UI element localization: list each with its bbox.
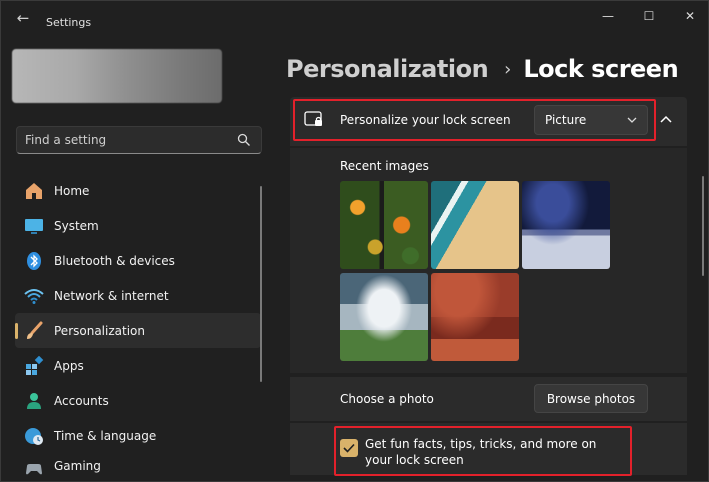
close-button[interactable]: ✕ [675, 7, 705, 25]
dropdown-value: Picture [545, 113, 587, 127]
sidebar-item-personalization[interactable]: Personalization [15, 313, 261, 348]
sidebar-item-home[interactable]: Home [15, 173, 261, 208]
chevron-up-icon[interactable] [659, 113, 673, 125]
fun-facts-checkbox[interactable] [340, 439, 358, 457]
sidebar-item-label: Apps [54, 358, 84, 373]
wifi-icon [24, 288, 44, 304]
apps-icon [26, 355, 44, 375]
person-icon [27, 392, 41, 409]
sidebar-item-label: Bluetooth & devices [54, 253, 175, 268]
sidebar-item-label: Home [54, 183, 90, 198]
recent-image-thumbnail[interactable] [340, 273, 428, 361]
sidebar-item-label: Network & internet [54, 288, 169, 303]
sidebar-item-apps[interactable]: Apps [15, 348, 261, 383]
browse-photos-button[interactable]: Browse photos [534, 384, 648, 413]
recent-images-label: Recent images [340, 159, 429, 173]
recent-image-thumbnail[interactable] [431, 273, 519, 361]
sidebar-item-system[interactable]: System [15, 208, 261, 243]
bluetooth-icon [27, 251, 41, 270]
personalize-lock-screen-label: Personalize your lock screen [340, 113, 511, 127]
back-arrow-icon[interactable]: ← [13, 10, 33, 26]
chevron-down-icon [627, 117, 637, 123]
choose-photo-label: Choose a photo [340, 392, 434, 406]
sidebar-item-label: Time & language [54, 428, 157, 443]
sidebar-item-label: Gaming [54, 459, 101, 473]
fun-facts-label: Get fun facts, tips, tricks, and more on… [365, 437, 597, 467]
sidebar-item-bluetooth[interactable]: Bluetooth & devices [15, 243, 261, 278]
recent-image-thumbnail[interactable] [340, 181, 428, 269]
search-box[interactable] [16, 126, 262, 154]
recent-image-thumbnail[interactable] [522, 181, 610, 269]
checkmark-icon [343, 443, 355, 453]
maximize-button[interactable]: ☐ [634, 7, 664, 25]
breadcrumb-separator: › [504, 58, 512, 80]
globe-clock-icon [25, 427, 43, 445]
monitor-icon [25, 218, 43, 234]
sidebar-nav: Home System Bluetooth & devices Network … [15, 173, 261, 475]
sidebar-item-label: Accounts [54, 393, 109, 408]
breadcrumb-parent[interactable]: Personalization [286, 55, 489, 83]
lock-screen-type-dropdown[interactable]: Picture [534, 105, 648, 135]
sidebar-item-label: System [54, 218, 99, 233]
search-input[interactable] [25, 132, 225, 148]
sidebar-item-network[interactable]: Network & internet [15, 278, 261, 313]
breadcrumb: Personalization › Lock screen [286, 53, 679, 85]
content-scrollbar[interactable] [702, 176, 704, 276]
sidebar-item-time-language[interactable]: Time & language [15, 418, 261, 453]
page-title: Lock screen [523, 55, 679, 83]
search-icon[interactable] [237, 133, 251, 147]
lock-screen-icon [304, 111, 322, 126]
sidebar-scrollbar[interactable] [260, 186, 262, 382]
recent-image-thumbnail[interactable] [431, 181, 519, 269]
home-icon [26, 182, 42, 199]
sidebar-item-gaming[interactable]: Gaming [15, 453, 261, 475]
sidebar-item-label: Personalization [54, 323, 145, 338]
sidebar-item-accounts[interactable]: Accounts [15, 383, 261, 418]
app-title: Settings [46, 16, 92, 29]
brush-icon [27, 321, 43, 339]
title-bar: ← Settings — ☐ ✕ [1, 1, 709, 35]
minimize-button[interactable]: — [593, 7, 623, 25]
gamepad-icon [26, 464, 42, 475]
user-profile-blurred[interactable] [12, 49, 222, 103]
